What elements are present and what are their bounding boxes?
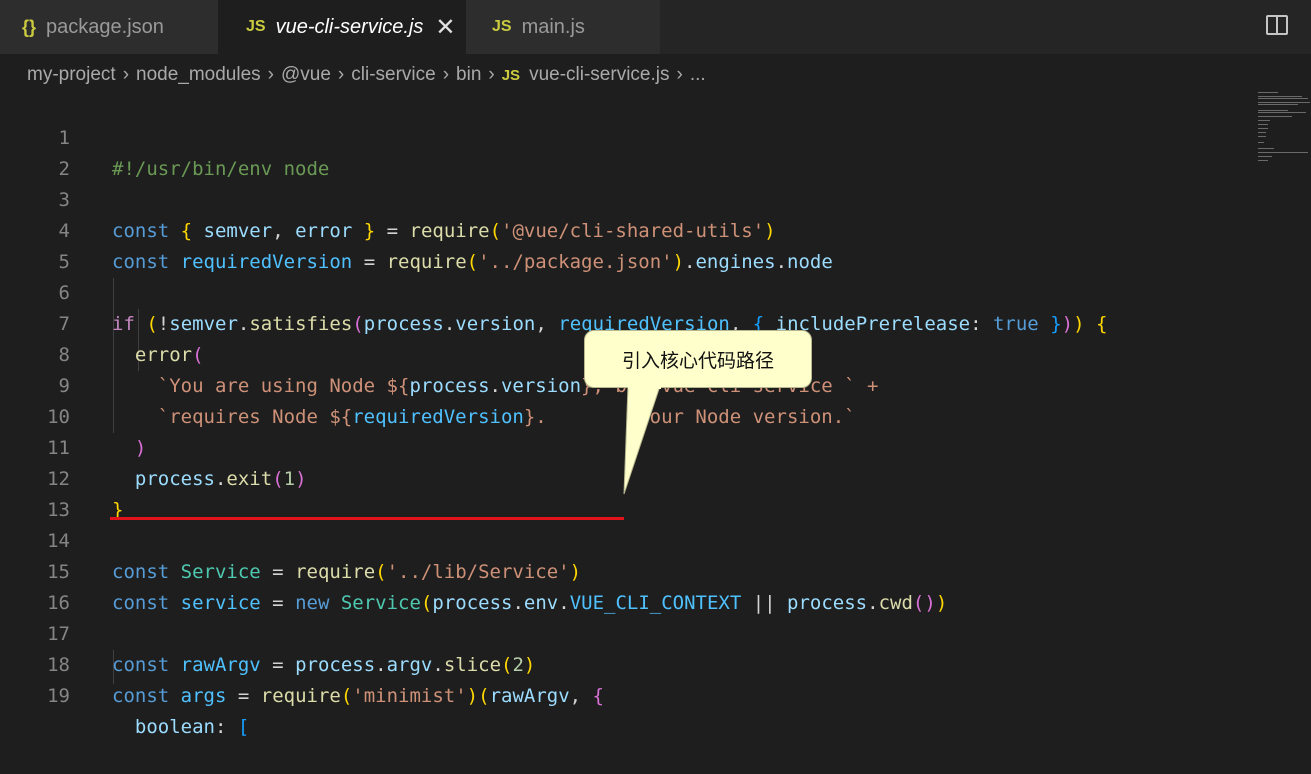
string: 'minimist' [352, 685, 467, 707]
paren: ( [478, 685, 490, 707]
annotation-callout: 引入核心代码路径 [584, 330, 812, 388]
callout-seam [628, 383, 661, 389]
punct: , [569, 685, 593, 707]
callout-text: 引入核心代码路径 [621, 350, 774, 372]
identifier: args [180, 685, 227, 707]
bracket: [ [237, 716, 250, 738]
identifier: rawArgv [489, 685, 570, 707]
operator: = [226, 685, 261, 707]
function-name: require [260, 685, 341, 707]
property: boolean [134, 716, 215, 738]
paren: ( [340, 685, 353, 707]
punct: : [214, 716, 238, 738]
line-number: 19 [47, 685, 70, 707]
paren: ) [466, 685, 479, 707]
brace: { [592, 685, 616, 707]
keyword: const [112, 685, 170, 707]
